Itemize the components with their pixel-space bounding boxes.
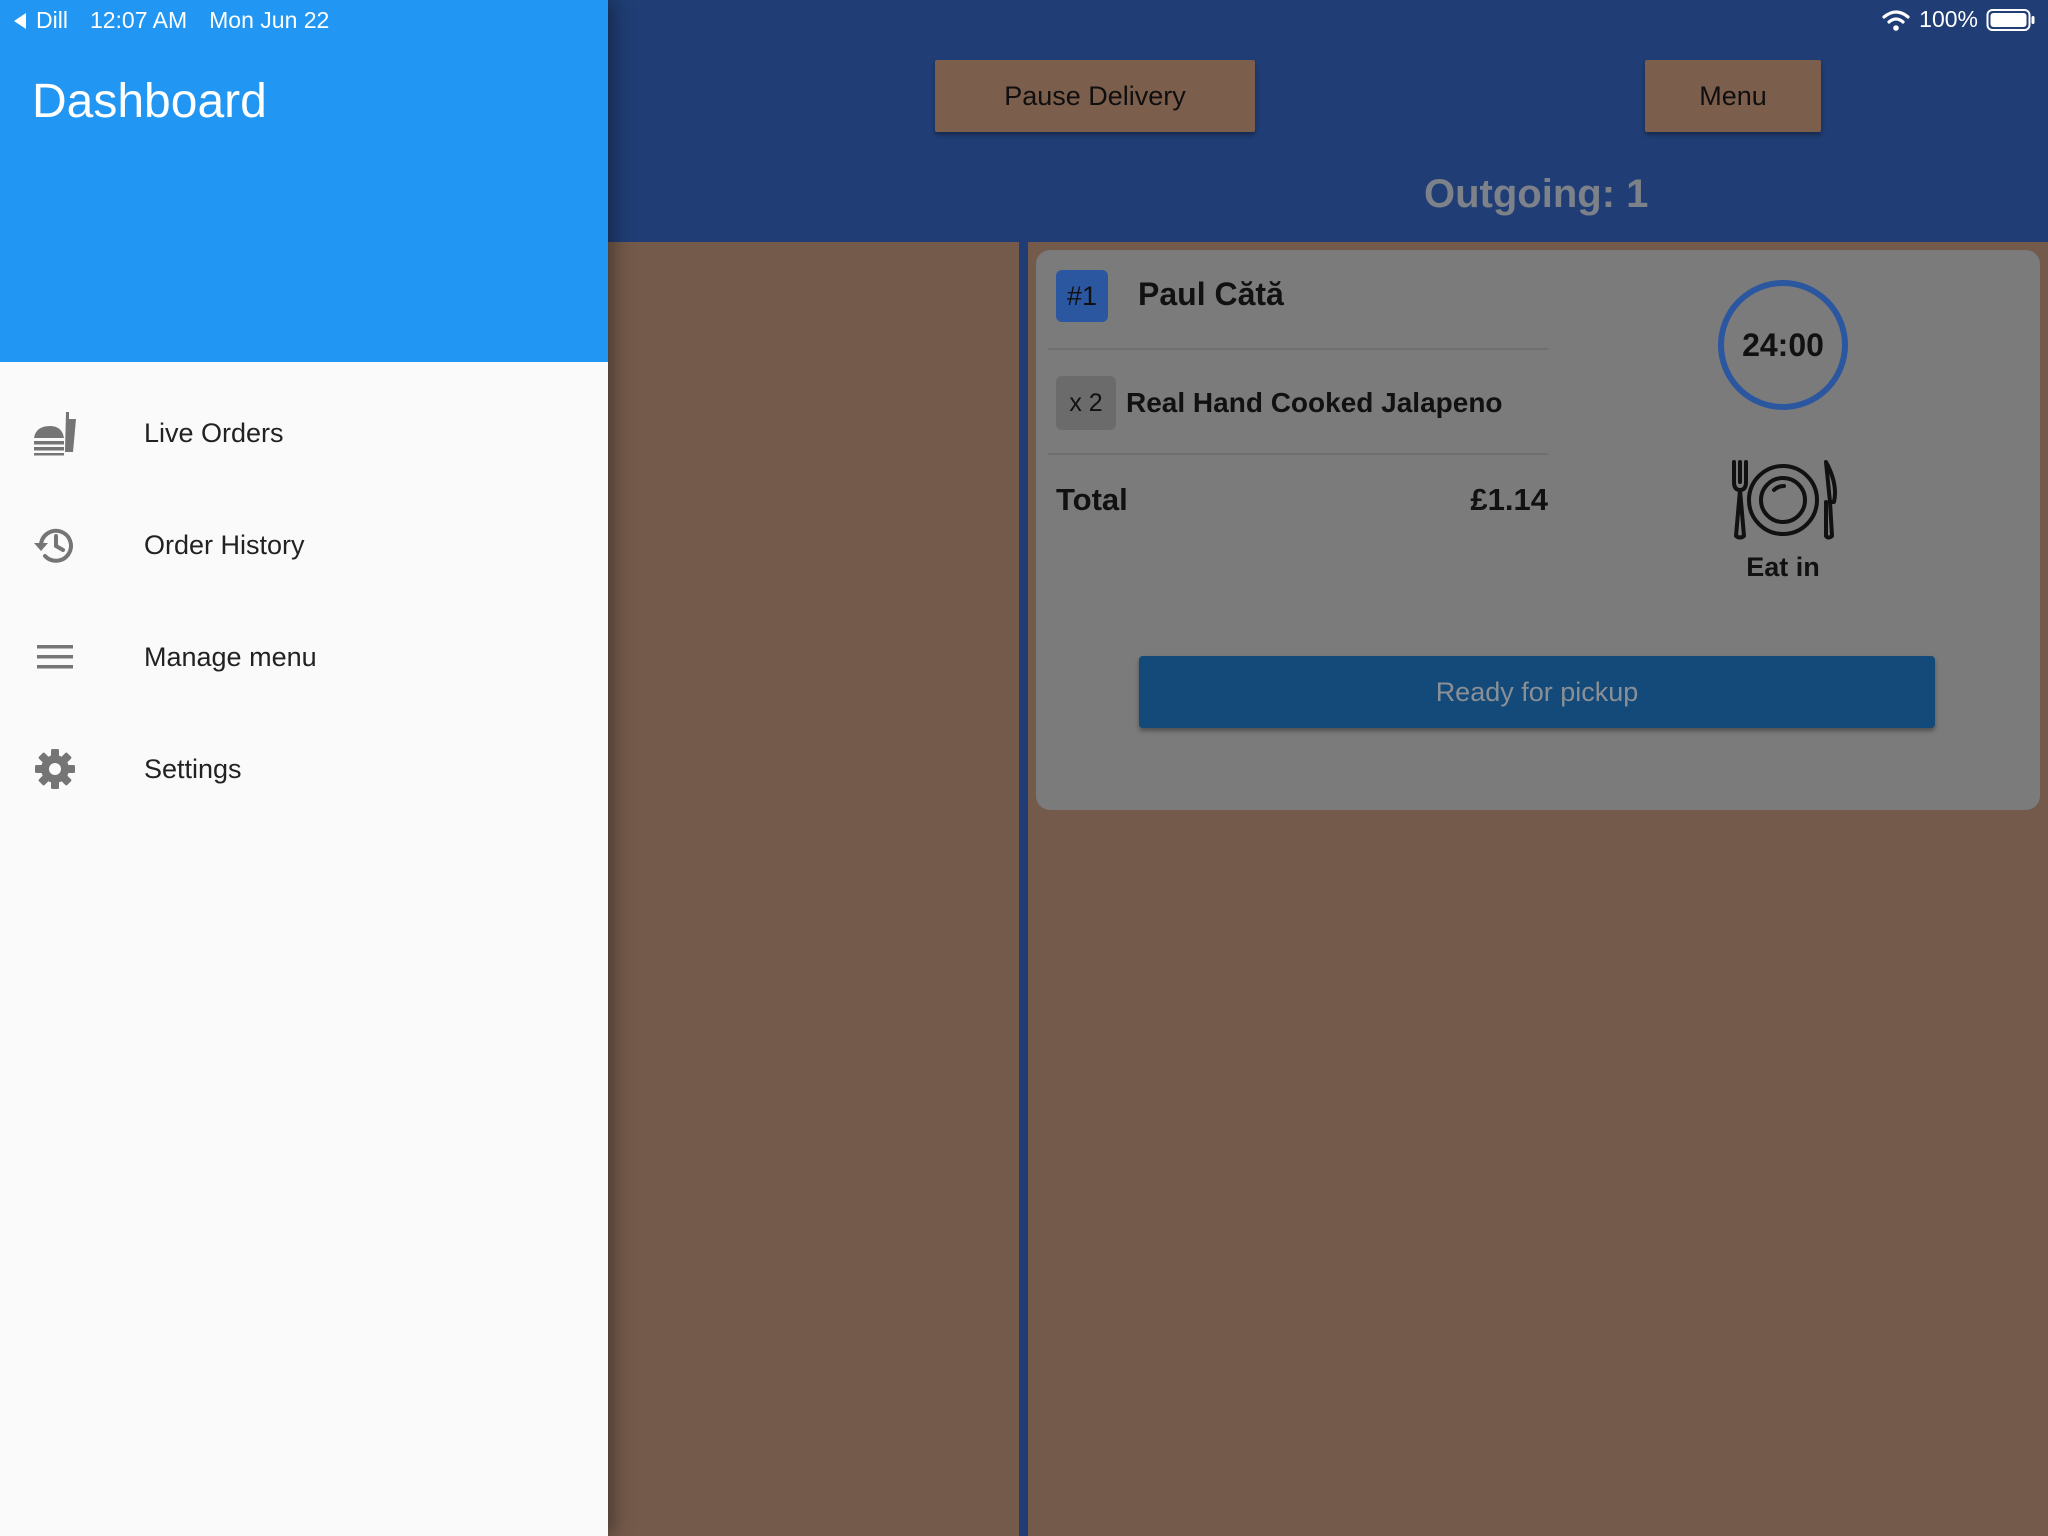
- back-app-name: Dill: [36, 7, 68, 33]
- battery-icon: [1986, 8, 2035, 31]
- drawer-header: Dashboard: [0, 0, 608, 362]
- timer-text: 24:00: [1742, 326, 1824, 363]
- back-arrow-icon: [14, 12, 26, 29]
- column-divider: [1019, 242, 1028, 1536]
- nav-label: Settings: [144, 753, 242, 784]
- divider: [1048, 348, 1548, 350]
- status-bar: Dill 12:07 AM Mon Jun 22 100%: [0, 0, 2048, 40]
- nav-item-manage-menu[interactable]: Manage menu: [0, 607, 608, 707]
- total-value: £1.14: [1470, 482, 1548, 517]
- item-quantity-badge: x 2: [1056, 376, 1116, 430]
- nav-label: Manage menu: [144, 641, 317, 672]
- pause-delivery-button[interactable]: Pause Delivery: [935, 60, 1255, 132]
- nav-item-order-history[interactable]: Order History: [0, 495, 608, 595]
- service-type-label: Eat in: [1746, 552, 1820, 582]
- history-icon: [30, 520, 80, 570]
- nav-label: Order History: [144, 529, 305, 560]
- divider: [1048, 453, 1548, 455]
- order-timer: 24:00: [1718, 280, 1848, 410]
- plate-cutlery-icon: [1732, 460, 1837, 540]
- drawer-title: Dashboard: [32, 75, 267, 128]
- status-date: Mon Jun 22: [209, 7, 330, 33]
- fastfood-icon: [30, 408, 80, 458]
- nav-item-settings[interactable]: Settings: [0, 719, 608, 819]
- nav-label: Live Orders: [144, 417, 284, 448]
- total-label: Total: [1056, 482, 1128, 517]
- order-card[interactable]: #1 Paul Cătă x 2 Real Hand Cooked Jalape…: [1036, 250, 2040, 810]
- wifi-icon: [1882, 9, 1910, 31]
- order-number-badge: #1: [1056, 270, 1108, 322]
- menu-lines-icon: [30, 632, 80, 682]
- menu-button[interactable]: Menu: [1645, 60, 1821, 132]
- customer-name: Paul Cătă: [1138, 276, 1284, 312]
- outgoing-count: Outgoing: 1: [1424, 172, 1649, 216]
- battery-percent: 100%: [1919, 6, 1978, 32]
- back-to-app-link[interactable]: Dill: [12, 7, 68, 34]
- status-time: 12:07 AM: [89, 7, 188, 33]
- item-name: Real Hand Cooked Jalapeno: [1126, 387, 1503, 418]
- navigation-drawer: Dashboard Live Orders Order History Mana…: [0, 0, 608, 1536]
- ready-for-pickup-button[interactable]: Ready for pickup: [1139, 656, 1935, 728]
- nav-item-live-orders[interactable]: Live Orders: [0, 383, 608, 483]
- gear-icon: [30, 744, 80, 794]
